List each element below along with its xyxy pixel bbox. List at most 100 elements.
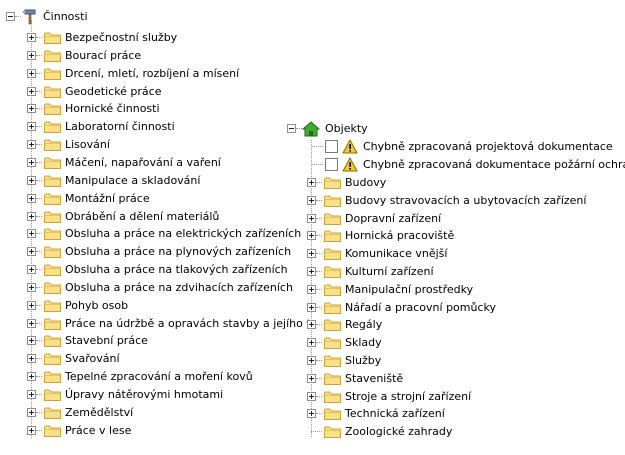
folder-icon (44, 300, 61, 312)
tree-item-label: Tepelné zpracování a moření kovů (65, 370, 253, 384)
expand-toggle[interactable] (27, 33, 36, 42)
folder-icon (44, 103, 61, 116)
tree-item[interactable]: Budovy (280, 174, 610, 192)
tree-item-label: Budovy (345, 176, 387, 189)
folder-icon (44, 32, 61, 44)
checkbox[interactable] (325, 140, 338, 153)
tree-item[interactable]: Staveniště (280, 370, 610, 388)
warning-icon (342, 157, 358, 172)
expand-toggle[interactable] (307, 267, 316, 276)
checkbox[interactable] (325, 158, 338, 171)
expand-toggle[interactable] (307, 320, 316, 330)
tree-item-label: Zoologické zahrady (345, 425, 453, 439)
expand-toggle[interactable] (27, 175, 36, 185)
collapse-toggle[interactable] (287, 124, 296, 133)
tree-item[interactable]: Manipulační prostředky (280, 281, 610, 299)
folder-icon (324, 319, 341, 332)
expand-toggle[interactable] (307, 338, 316, 348)
expand-toggle[interactable] (27, 336, 36, 346)
expand-toggle[interactable] (307, 231, 316, 241)
expand-toggle[interactable] (27, 229, 36, 239)
expand-toggle[interactable] (27, 372, 36, 382)
expand-toggle[interactable] (307, 249, 316, 259)
tree-root-objects[interactable]: Objekty (280, 120, 620, 138)
expand-toggle[interactable] (307, 409, 316, 419)
expand-toggle[interactable] (27, 122, 36, 132)
tree-item-label: Zemědělství (65, 405, 134, 419)
folder-icon (44, 425, 61, 437)
folder-icon (44, 228, 61, 241)
tree-item[interactable]: Stroje a strojní zařízení (280, 388, 610, 406)
tree-item-label: Obsluha a práce na plynových zařízeních (65, 245, 292, 259)
expand-toggle[interactable] (307, 284, 316, 294)
folder-icon (44, 139, 61, 152)
expand-toggle[interactable] (27, 318, 36, 328)
expand-toggle[interactable] (27, 354, 36, 364)
folder-icon (44, 407, 61, 419)
folder-icon (324, 426, 341, 439)
tree-item-label: Montážní práce (65, 191, 150, 205)
folder-icon (44, 121, 61, 134)
expand-toggle[interactable] (27, 247, 36, 257)
tree-item[interactable]: Komunikace vnější (280, 245, 610, 263)
tree-item-label: Práce na údržbě a opravách stavby a její… (65, 316, 311, 330)
warning-icon (342, 139, 358, 154)
expand-toggle[interactable] (307, 391, 316, 401)
folder-icon (324, 248, 341, 261)
expand-toggle[interactable] (27, 300, 36, 310)
tree-item[interactable]: Regály (280, 316, 610, 334)
tree-item-label: Práce v lese (65, 423, 132, 437)
tree-item[interactable]: Nářadí a pracovní pomůcky (280, 299, 610, 317)
tree-item-label: Služby (345, 354, 382, 367)
expand-toggle[interactable] (307, 195, 316, 205)
tree-root-activities[interactable]: Činnosti (0, 8, 280, 26)
expand-toggle[interactable] (27, 282, 36, 292)
folder-icon (44, 246, 61, 259)
expand-toggle[interactable] (27, 390, 36, 399)
tree-item-label: Manipulační prostředky (345, 282, 474, 296)
folder-icon (44, 68, 61, 80)
tree-item[interactable]: Sklady (280, 334, 610, 352)
expand-toggle[interactable] (307, 373, 316, 383)
expand-toggle[interactable] (27, 140, 36, 150)
tree-item-label: Nářadí a pracovní pomůcky (345, 300, 496, 314)
expand-toggle[interactable] (27, 50, 36, 60)
expand-toggle[interactable] (307, 302, 316, 312)
tree-item[interactable]: Kulturní zařízení (280, 263, 610, 281)
folder-icon (324, 337, 341, 350)
folder-icon (44, 86, 61, 98)
expand-toggle[interactable] (307, 213, 316, 223)
tree-item-warning[interactable]: Chybně zpracovaná dokumentace požární oc… (280, 156, 625, 174)
tree-item[interactable]: Technická zařízení (280, 405, 610, 423)
tree-item[interactable]: Služby (280, 352, 610, 370)
tree-item-label: Chybně zpracovaná dokumentace požární oc… (363, 158, 625, 171)
tree-item-label: Bourací práce (65, 48, 142, 62)
tree-item-label: Svařování (65, 352, 120, 366)
expand-toggle[interactable] (27, 104, 36, 114)
expand-toggle[interactable] (27, 425, 36, 435)
tree-item-label: Kulturní zařízení (345, 265, 434, 278)
expand-toggle[interactable] (27, 407, 36, 417)
expand-toggle[interactable] (27, 86, 36, 96)
expand-toggle[interactable] (307, 356, 316, 365)
tree-item-label: Laboratorní činnosti (65, 120, 175, 134)
tree-item[interactable]: Dopravní zařízení (280, 210, 610, 228)
tree-item-label: Hornická pracoviště (345, 229, 455, 243)
tree-item[interactable]: Zoologické zahrady (280, 423, 610, 441)
expand-toggle[interactable] (27, 211, 36, 221)
folder-icon (324, 284, 341, 296)
objects-tree: Objekty Chybně zpracovaná projektová dok… (280, 0, 625, 455)
tree-item[interactable]: Hornická pracoviště (280, 227, 610, 245)
expand-toggle[interactable] (27, 68, 36, 78)
folder-icon (44, 389, 61, 401)
expand-toggle[interactable] (27, 265, 36, 275)
expand-toggle[interactable] (27, 157, 36, 167)
collapse-toggle[interactable] (6, 12, 15, 21)
tree-item-warning[interactable]: Chybně zpracovaná projektová dokumentace (280, 138, 620, 156)
expand-toggle[interactable] (307, 178, 316, 187)
folder-icon (324, 230, 341, 243)
expand-toggle[interactable] (27, 193, 36, 203)
tree-item-label: Chybně zpracovaná projektová dokumentace (363, 140, 613, 153)
tree-item-label: Úpravy nátěrovými hmotami (65, 388, 224, 401)
tree-item[interactable]: Budovy stravovacích a ubytovacích zaříze… (280, 192, 610, 210)
